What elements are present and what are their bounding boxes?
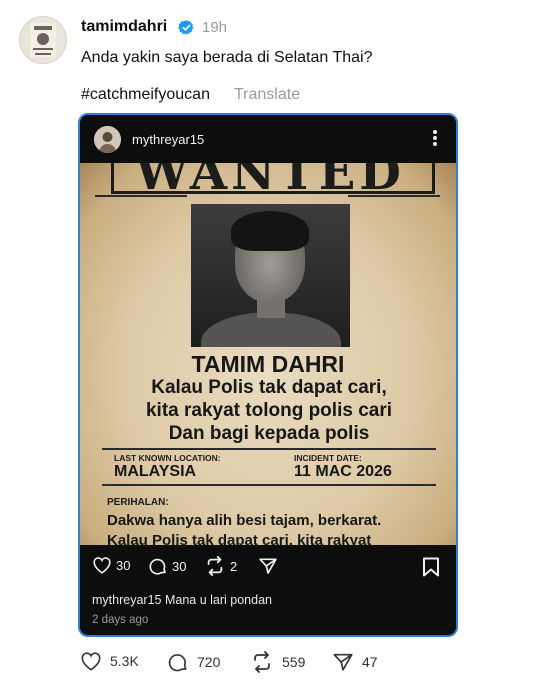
poster-rule-left [95,195,187,197]
comment-icon [167,651,189,673]
share-icon [332,651,354,673]
share-button[interactable]: 47 [332,651,378,673]
embed-like-count: 30 [116,557,131,573]
caption-text: Mana u lari pondan [164,593,272,607]
more-icon[interactable] [432,129,438,147]
post-action-bar: 5.3K 720 559 47 [0,648,543,678]
incident-label: INCIDENT DATE: [294,453,362,463]
embed-repost-count: 2 [230,558,238,574]
bookmark-icon[interactable] [422,557,440,577]
post-time[interactable]: 19h [202,19,227,36]
perihalan-label: PERIHALAN: [107,497,169,508]
author-avatar[interactable] [19,16,67,64]
embed-action-bar: 30 30 2 [80,547,456,581]
poster-description-line: Kalau Polis tak dapat cari, kita rakyat [107,532,372,545]
embed-avatar[interactable] [94,126,121,153]
incident-value: 11 MAC 2026 [294,463,392,480]
heart-icon [80,651,102,671]
embed-caption: mythreyar15 Mana u lari pondan [92,593,272,607]
caption-username[interactable]: mythreyar15 [92,593,161,607]
author-name[interactable]: tamimdahri [81,18,167,36]
embed-comment-count: 30 [172,558,187,574]
avatar-poster-thumbnail [30,23,56,57]
like-button[interactable]: 5.3K [80,651,139,671]
embed-repost-button[interactable]: 2 [204,556,237,576]
embed-username[interactable]: mythreyar15 [132,132,204,147]
suspect-photo [191,204,350,347]
repost-icon [250,651,274,673]
post-text: Anda yakin saya berada di Selatan Thai? [81,49,373,66]
repost-icon [204,556,226,576]
poster-description-line: Dakwa hanya alih besi tajam, berkarat. [107,512,382,529]
poster-slogan-line: kita rakyat tolong polis cari [145,400,393,421]
embed-comment-button[interactable]: 30 [148,556,186,576]
repost-count: 559 [282,654,306,670]
hashtag-link[interactable]: #catchmeifyoucan [81,86,210,104]
comment-icon [148,556,168,576]
share-icon [258,556,278,576]
poster-slogan-line: Dan bagi kepada polis [168,423,370,444]
repost-button[interactable]: 559 [250,651,305,673]
embed-like-button[interactable]: 30 [92,556,130,574]
embedded-post[interactable]: mythreyar15 WANTED TAMIM DAHRI Kalau Pol… [78,113,458,637]
translate-link[interactable]: Translate [234,86,300,104]
reply-button[interactable]: 720 [167,651,220,673]
poster-slogan-line: Kalau Polis tak dapat cari, [151,377,387,398]
poster-rule-right [348,195,440,197]
heart-icon [92,556,112,574]
like-count: 5.3K [110,653,139,669]
embed-share-button[interactable] [258,556,278,576]
location-label: LAST KNOWN LOCATION: [114,453,221,463]
poster-divider [102,484,436,486]
poster-divider [102,448,436,450]
share-count: 47 [362,654,378,670]
poster-name: TAMIM DAHRI [191,351,345,377]
location-value: MALAYSIA [114,463,197,480]
verified-badge-icon [178,19,195,36]
reply-count: 720 [197,654,221,670]
embed-date: 2 days ago [92,614,149,626]
wanted-poster-image[interactable]: WANTED TAMIM DAHRI Kalau Polis tak dapat… [80,163,456,545]
